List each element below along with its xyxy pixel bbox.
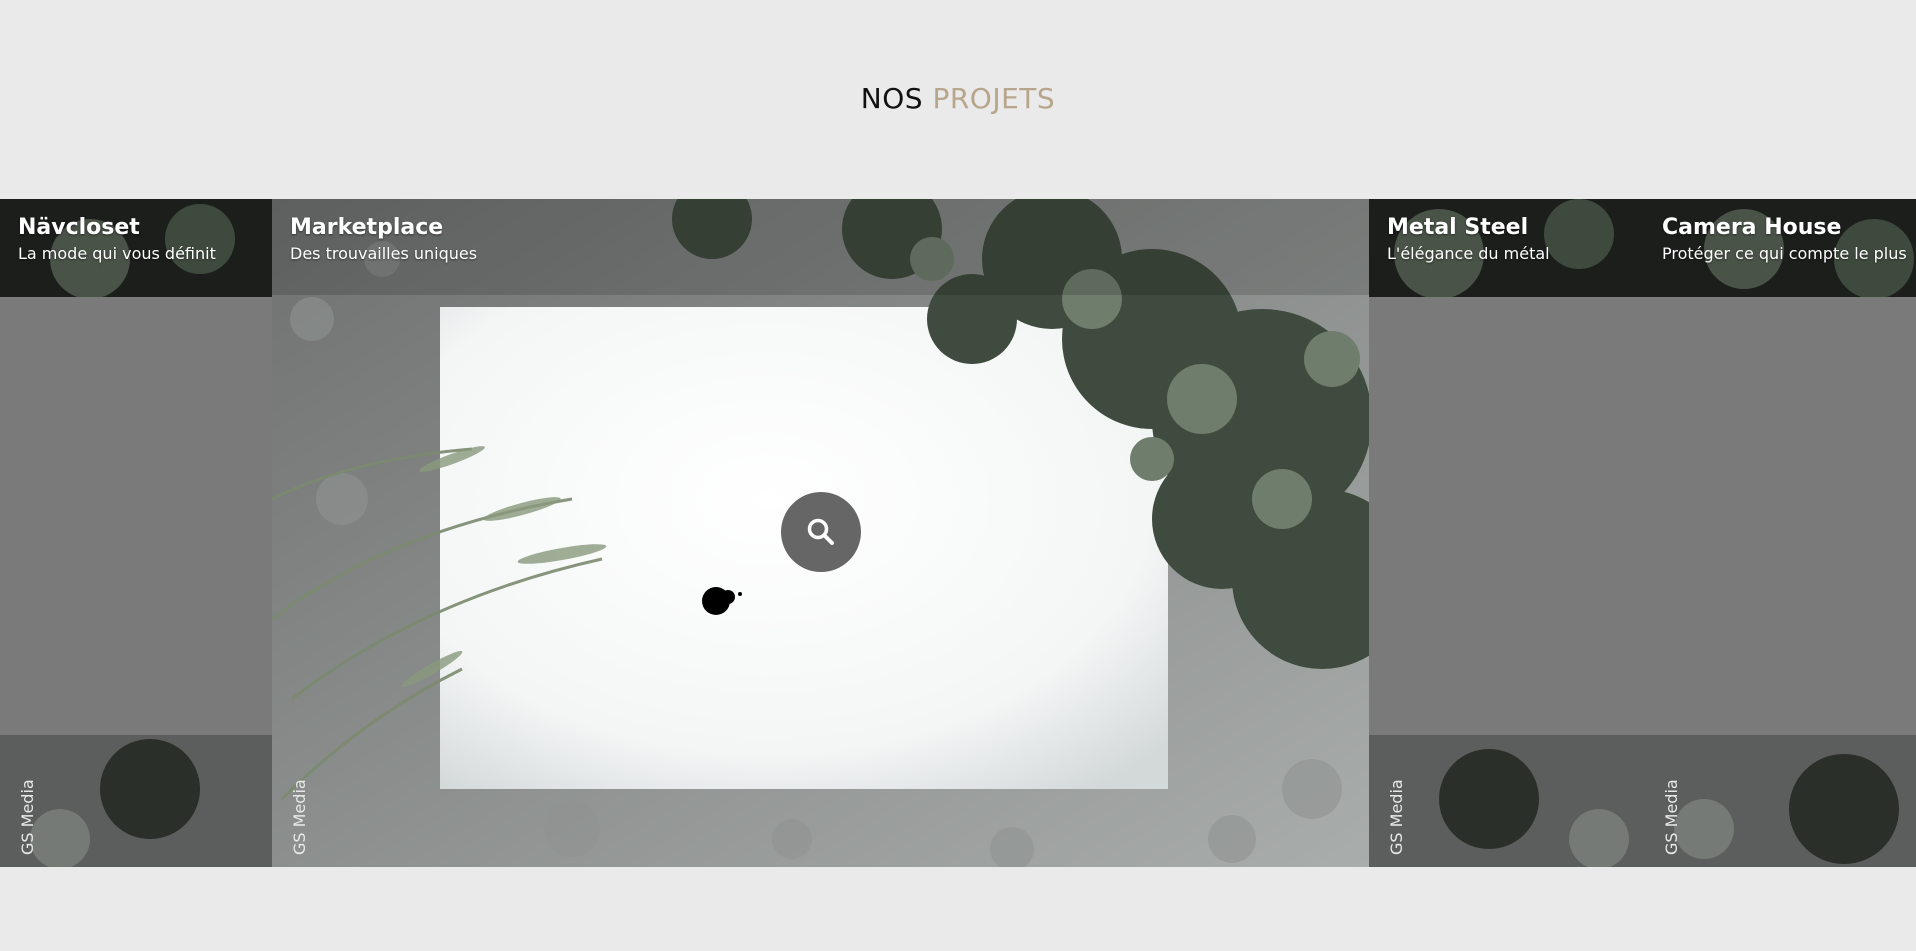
project-card-metal-steel[interactable]: Metal Steel L'élégance du métal GS Media — [1369, 199, 1644, 867]
image-dim-overlay — [1644, 297, 1916, 735]
image-dim-overlay — [0, 297, 272, 735]
project-subtitle: La mode qui vous définit — [18, 244, 216, 263]
project-title: Nävcloset — [18, 215, 140, 240]
projects-gallery: Nävcloset La mode qui vous définit GS Me… — [0, 199, 1916, 867]
project-title: Marketplace — [290, 215, 444, 240]
project-caption: Camera House Protéger ce qui compte le p… — [1662, 213, 1907, 265]
project-title: Metal Steel — [1387, 215, 1529, 240]
project-subtitle: L'élégance du métal — [1387, 244, 1550, 263]
project-subtitle: Des trouvailles uniques — [290, 244, 478, 263]
project-tag: GS Media — [18, 779, 37, 855]
project-caption: Marketplace Des trouvailles uniques — [290, 213, 477, 265]
search-icon — [807, 518, 834, 545]
section-title: NOS PROJETS — [0, 82, 1916, 115]
project-tag: GS Media — [290, 779, 309, 855]
project-tag: GS Media — [1662, 779, 1681, 855]
section-title-part2: PROJETS — [932, 82, 1056, 115]
section-title-part1: NOS — [860, 82, 924, 115]
project-card-navcloset[interactable]: Nävcloset La mode qui vous définit GS Me… — [0, 199, 272, 867]
project-subtitle: Protéger ce qui compte le plus — [1662, 244, 1907, 263]
zoom-button[interactable] — [781, 492, 861, 572]
project-card-camera-house[interactable]: Camera House Protéger ce qui compte le p… — [1644, 199, 1916, 867]
image-dim-overlay — [1369, 297, 1644, 735]
project-caption: Nävcloset La mode qui vous définit — [18, 213, 216, 265]
project-tag: GS Media — [1387, 779, 1406, 855]
project-card-marketplace[interactable]: Marketplace Des trouvailles uniques GS M… — [272, 199, 1369, 867]
project-title: Camera House — [1662, 215, 1842, 240]
project-caption: Metal Steel L'élégance du métal — [1387, 213, 1550, 265]
